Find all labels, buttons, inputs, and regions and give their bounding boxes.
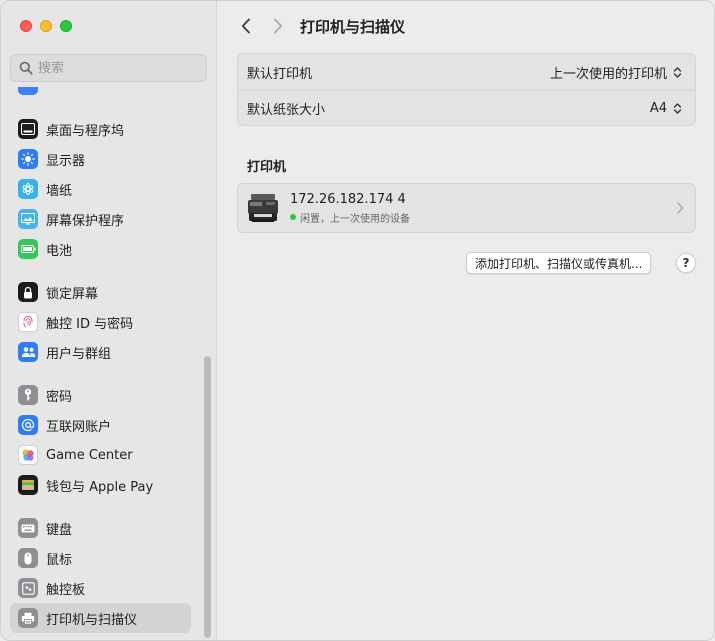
sidebar-item-label: 电池 — [46, 243, 73, 259]
sidebar-item-label: 打印机与扫描仪 — [46, 612, 138, 628]
sidebar-item-internet-accounts[interactable]: 互联网账户 — [10, 410, 191, 440]
printer-row[interactable]: 172.26.182.174 4 闲置，上一次使用的设备 — [237, 183, 696, 233]
chevron-right-icon — [274, 18, 283, 34]
sidebar-item-printers-scanners[interactable]: 打印机与扫描仪 — [10, 603, 191, 633]
forward-button[interactable] — [266, 14, 290, 38]
keyboard-icon — [18, 518, 38, 538]
minimize-button[interactable] — [40, 20, 52, 32]
search-field[interactable] — [10, 54, 207, 82]
sidebar-item-label: 用户与群组 — [46, 346, 112, 362]
default-paper-row: 默认纸张大小 A4 — [238, 90, 695, 126]
sidebar-item-label: 屏幕保护程序 — [46, 213, 125, 229]
sidebar-item-touch-id[interactable]: 触控 ID 与密码 — [10, 307, 191, 337]
fingerprint-icon — [18, 312, 38, 332]
dock-icon — [18, 119, 38, 139]
stepper-chevron-icon — [671, 101, 683, 117]
sidebar-item-wallpaper[interactable]: 墙纸 — [10, 174, 191, 204]
sidebar-item-label: 鼠标 — [46, 552, 73, 568]
sidebar-item-label: 桌面与程序坞 — [46, 123, 125, 139]
status-dot-icon — [290, 214, 296, 220]
page-title: 打印机与扫描仪 — [300, 17, 406, 36]
chevron-right-icon — [675, 201, 685, 215]
settings-window: 桌面与程序坞 显示器 墙纸 屏幕保护程序 — [0, 0, 715, 641]
sidebar-item-label: 键盘 — [46, 522, 73, 538]
sidebar-item-lock-screen[interactable]: 锁定屏幕 — [10, 277, 191, 307]
sidebar-item-screensaver[interactable]: 屏幕保护程序 — [10, 204, 191, 234]
default-paper-label: 默认纸张大小 — [247, 103, 326, 118]
sidebar-item-wallet[interactable]: 钱包与 Apple Pay — [10, 470, 191, 500]
default-printer-row: 默认打印机 上一次使用的打印机 — [238, 54, 695, 90]
sidebar: 桌面与程序坞 显示器 墙纸 屏幕保护程序 — [1, 1, 217, 640]
default-printer-popup[interactable]: 上一次使用的打印机 — [550, 63, 683, 82]
defaults-group: 默认打印机 上一次使用的打印机 默认纸张大小 A4 — [237, 53, 696, 126]
default-paper-value: A4 — [649, 101, 667, 116]
display-brightness-icon — [18, 149, 38, 169]
back-button[interactable] — [234, 14, 258, 38]
sidebar-item-displays[interactable]: 显示器 — [10, 144, 191, 174]
sidebar-item-mouse[interactable]: 鼠标 — [10, 543, 191, 573]
battery-icon — [18, 239, 38, 259]
default-paper-popup[interactable]: A4 — [650, 101, 683, 117]
sidebar-item-label: 锁定屏幕 — [46, 286, 99, 302]
default-printer-label: 默认打印机 — [247, 66, 313, 82]
printer-name: 172.26.182.174 4 — [290, 191, 406, 207]
add-printer-button[interactable]: 添加打印机、扫描仪或传真机... — [466, 252, 652, 274]
zoom-button[interactable] — [60, 20, 72, 32]
wallpaper-flower-icon — [18, 179, 38, 199]
chevron-left-icon — [241, 18, 250, 34]
sidebar-item-users-groups[interactable]: 用户与群组 — [10, 337, 191, 367]
printer-info: 172.26.182.174 4 闲置，上一次使用的设备 — [290, 192, 410, 225]
users-icon — [18, 342, 38, 362]
printers-heading: 打印机 — [247, 160, 287, 175]
sidebar-list: 桌面与程序坞 显示器 墙纸 屏幕保护程序 电池 锁定屏幕 触控 ID 与密码 用… — [1, 83, 216, 640]
printer-status-text: 闲置，上一次使用的设备 — [300, 213, 410, 225]
screensaver-icon — [18, 209, 38, 229]
printer-status: 闲置，上一次使用的设备 — [290, 210, 410, 225]
sidebar-item-keyboard[interactable]: 键盘 — [10, 513, 191, 543]
trackpad-icon — [18, 578, 38, 598]
sidebar-item-battery[interactable]: 电池 — [10, 234, 191, 264]
wallet-icon — [18, 475, 38, 495]
main-pane: 打印机与扫描仪 默认打印机 上一次使用的打印机 默认纸张大小 A4 打印机 17… — [217, 1, 714, 640]
sidebar-item-label: 显示器 — [46, 153, 86, 169]
sidebar-item-game-center[interactable]: Game Center — [10, 440, 191, 470]
lock-icon — [18, 282, 38, 302]
printer-icon — [18, 608, 38, 628]
sidebar-item-label: 密码 — [46, 389, 73, 405]
stepper-chevron-icon — [671, 64, 683, 80]
sidebar-item-label: 钱包与 Apple Pay — [46, 479, 154, 495]
search-icon — [17, 59, 35, 77]
sidebar-item-label: 互联网账户 — [46, 419, 112, 435]
mouse-icon — [18, 548, 38, 568]
key-icon — [18, 385, 38, 405]
default-printer-value: 上一次使用的打印机 — [549, 66, 667, 82]
sidebar-item-label: 墙纸 — [46, 183, 73, 199]
sidebar-item-desktop-dock[interactable]: 桌面与程序坞 — [10, 114, 191, 144]
sidebar-item-label: Game Center — [46, 447, 133, 463]
window-controls — [20, 20, 72, 32]
partial-item-icon — [18, 87, 38, 95]
sidebar-item-label: 触控 ID 与密码 — [46, 316, 134, 332]
at-icon — [18, 415, 38, 435]
sidebar-item-trackpad[interactable]: 触控板 — [10, 573, 191, 603]
sidebar-item-label: 触控板 — [46, 582, 86, 598]
help-button[interactable]: ? — [676, 253, 696, 273]
sidebar-scrollbar[interactable] — [204, 356, 211, 638]
toolbar: 打印机与扫描仪 — [234, 14, 405, 38]
sidebar-item-passwords[interactable]: 密码 — [10, 380, 191, 410]
search-input[interactable] — [38, 60, 198, 76]
printer-thumbnail-icon — [246, 192, 280, 224]
game-center-icon — [18, 445, 38, 465]
close-button[interactable] — [20, 20, 32, 32]
